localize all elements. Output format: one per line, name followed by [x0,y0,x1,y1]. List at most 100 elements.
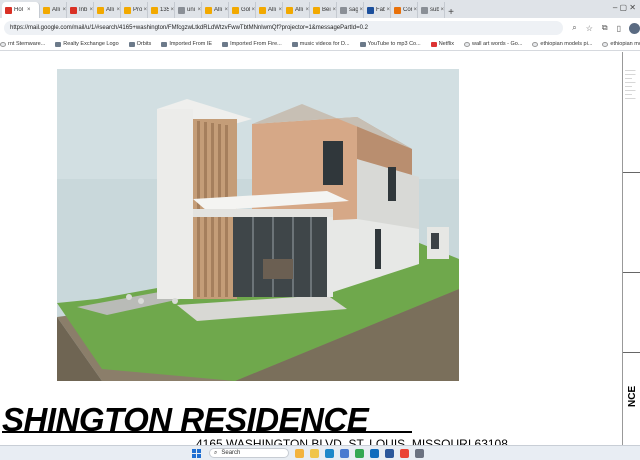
tab-favicon-icon [43,6,50,14]
close-tab-icon[interactable]: × [224,7,228,13]
browser-tab[interactable]: Fab × [364,2,391,18]
tab-title: Cor [403,7,413,13]
outlook-icon[interactable] [370,448,379,458]
bookmark-item[interactable]: music videos for D... [291,41,350,47]
bookmark-item[interactable]: wall art words - Go... [463,41,523,47]
star-icon[interactable]: ☆ [586,24,593,33]
word-icon[interactable] [385,448,394,458]
bookmark-item[interactable]: YouTube to mp3 Co... [359,41,421,47]
browser-tab[interactable]: Pro × [121,2,148,18]
drawing-title: SHINGTON RESIDENCE [2,401,369,438]
tab-favicon-icon [232,6,239,14]
chrome-2-icon[interactable] [400,448,409,458]
window-controls[interactable]: – ▢ ✕ [613,3,636,12]
zoom-icon[interactable]: ⌕ [572,23,576,33]
settings-icon[interactable] [415,448,424,458]
bookmark-item[interactable]: Imported From IE [161,41,212,47]
title-block-divider [623,172,640,173]
bookmark-label: wall art words - Go... [471,41,523,47]
profile-avatar[interactable] [629,22,640,34]
chrome-icon[interactable] [355,448,364,458]
browser-tab[interactable]: uni × [175,2,202,18]
widgets-icon[interactable] [295,448,304,458]
browser-tab[interactable]: sub × [418,2,445,18]
file-explorer-icon[interactable] [310,448,319,458]
bookmark-item[interactable]: Realty Exchange Logo [55,41,119,47]
close-tab-icon[interactable]: × [197,7,201,13]
bookmark-label: rnt Stemware... [8,41,46,47]
browser-tab[interactable]: 135 × [148,2,175,18]
tab-favicon-icon [205,6,212,14]
store-icon[interactable] [340,448,349,458]
taskbar-search[interactable]: ⌕ Search [209,448,289,458]
close-tab-icon[interactable]: × [27,7,31,13]
close-tab-icon[interactable]: × [116,7,120,13]
tab-favicon-icon [5,6,12,14]
folder-icon [359,41,366,47]
bookmark-item[interactable]: rnt Stemware... [0,41,45,47]
tab-title: Alli [214,7,223,13]
close-tab-icon[interactable]: × [143,7,147,13]
sidebar-icon[interactable]: ▯ [617,24,621,33]
tab-favicon-icon [124,6,131,14]
browser-tab[interactable]: Alli × [40,2,67,18]
bookmarks-bar: rnt Stemware... Realty Exchange Logo Orbit… [0,38,640,51]
bookmark-item[interactable]: Imported From Fire... [222,41,282,47]
extensions-icon[interactable]: ⧉ [602,23,608,33]
close-tab-icon[interactable]: × [170,7,174,13]
tab-favicon-icon [151,6,158,14]
tab-favicon-icon [313,6,320,14]
bookmark-favicon-icon [0,41,6,47]
close-tab-icon[interactable]: × [62,7,66,13]
tab-title: sag [349,7,359,13]
url-field[interactable]: https://mail.google.com/mail/u/1/#search… [4,21,564,35]
browser-tab[interactable]: Alli × [283,2,310,18]
drawing-address: 4165 WASHINGTON BLVD, ST. LOUIS, MISSOUR… [196,437,508,445]
tab-title: Fab [376,7,386,13]
browser-tab[interactable]: Alli × [202,2,229,18]
edge-icon[interactable] [325,448,334,458]
close-tab-icon[interactable]: × [413,7,417,13]
close-tab-icon[interactable]: × [305,7,309,13]
title-block-edge: ——— ——— —— ——— —— ——— —— ——— NCE [622,52,640,445]
close-tab-icon[interactable]: × [89,7,93,13]
tab-title: uni [187,7,196,13]
browser-tab[interactable]: Alli × [256,2,283,18]
bookmark-label: Netflix [438,41,454,47]
tab-favicon-icon [178,6,185,14]
tab-favicon-icon [367,6,374,14]
new-tab-button[interactable]: + [445,7,457,18]
close-tab-icon[interactable]: × [440,7,444,13]
browser-tab[interactable]: Hol × [2,2,40,18]
title-block-divider [623,272,640,273]
bookmark-item[interactable]: ethiopian models pi... [532,41,592,47]
bookmark-item[interactable]: Netflix [430,41,454,47]
close-tab-icon[interactable]: × [359,7,363,13]
bookmark-favicon-icon [532,41,539,47]
title-block-notes: ——— ——— —— ——— —— ——— —— ——— [625,68,636,100]
close-tab-icon[interactable]: × [332,7,336,13]
document-viewer: SHINGTON RESIDENCE 4165 WASHINGTON BLVD,… [0,52,640,445]
tab-favicon-icon [340,6,347,14]
tab-title: Pro [133,7,143,13]
start-button[interactable] [192,448,201,458]
bookmark-item[interactable]: Orbits [128,41,152,47]
close-tab-icon[interactable]: × [386,7,390,13]
tab-strip: Hol × Alli × Inb × Alli × Pro × 135 × uni × Alli × Gol × A… [0,0,640,18]
browser-tab[interactable]: Inb × [67,2,94,18]
bookmark-favicon-icon [430,41,437,47]
bookmark-favicon-icon [463,41,470,47]
bookmark-label: Imported From Fire... [230,41,282,47]
browser-tab[interactable]: sag × [337,2,364,18]
close-tab-icon[interactable]: × [251,7,255,13]
browser-tab[interactable]: Cor × [391,2,418,18]
bookmark-label: Imported From IE [169,41,213,47]
bookmark-label: Orbits [136,41,152,47]
close-tab-icon[interactable]: × [278,7,282,13]
bookmark-item[interactable]: ethiopian models pi... [602,41,640,47]
browser-tab[interactable]: Alli × [94,2,121,18]
browser-tab[interactable]: Bei × [310,2,337,18]
tab-title: Alli [295,7,304,13]
tab-favicon-icon [286,6,293,14]
browser-tab[interactable]: Gol × [229,2,256,18]
